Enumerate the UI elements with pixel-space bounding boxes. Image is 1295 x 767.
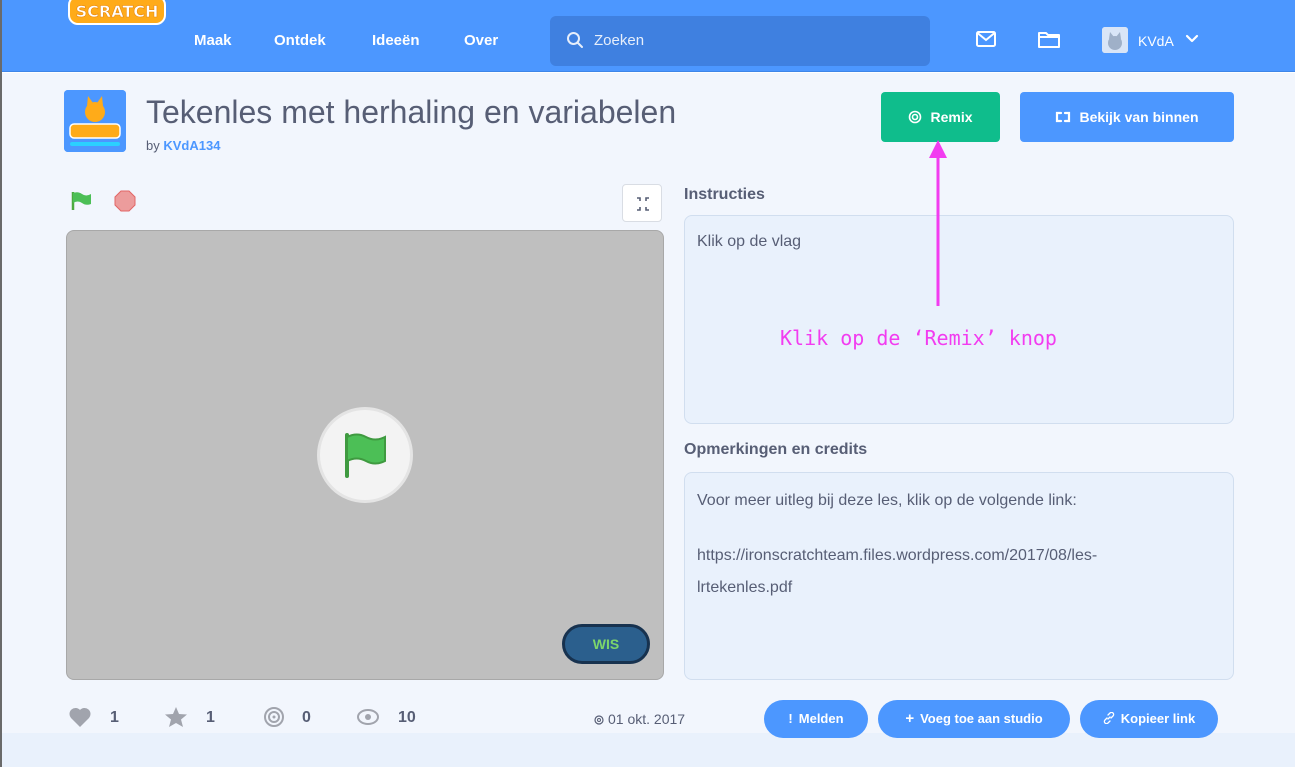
- folder-icon[interactable]: [1037, 29, 1061, 49]
- search-placeholder: Zoeken: [594, 32, 645, 49]
- user-name[interactable]: KVdA: [1138, 33, 1174, 49]
- search-input[interactable]: Zoeken: [550, 16, 930, 66]
- see-inside-button[interactable]: Bekijk van binnen: [1020, 92, 1234, 142]
- search-icon: [567, 32, 583, 48]
- wis-button[interactable]: WIS: [562, 624, 650, 664]
- remix-icon: [909, 110, 922, 124]
- report-button[interactable]: ! Melden: [764, 700, 868, 738]
- link-icon: [1103, 711, 1114, 725]
- green-flag-icon[interactable]: [70, 190, 92, 212]
- annotation-text: Klik op de ‘Remix’ knop: [780, 326, 1057, 350]
- plus-icon: +: [905, 710, 915, 727]
- instructions-text: Klik op de vlag: [697, 233, 802, 250]
- share-date: 01 okt. 2017: [594, 711, 685, 727]
- chevron-down-icon[interactable]: [1185, 33, 1199, 45]
- author-link[interactable]: KVdA134: [163, 138, 220, 153]
- scratch-logo[interactable]: SCRATCH: [68, 0, 166, 27]
- credits-link-line-continued[interactable]: lrtekenles.pdf: [697, 579, 792, 597]
- add-to-studio-button[interactable]: + Voeg toe aan studio: [878, 700, 1070, 738]
- project-thumbnail: [64, 90, 126, 152]
- see-inside-icon: [1056, 111, 1071, 123]
- svg-text:SCRATCH: SCRATCH: [76, 2, 159, 21]
- project-stage[interactable]: WIS: [66, 230, 664, 680]
- remixes-count: 0: [302, 709, 311, 726]
- credits-text-line: Voor meer uitleg bij deze les, klik op d…: [697, 492, 1077, 509]
- start-overlay-button[interactable]: [317, 407, 413, 503]
- mail-icon[interactable]: [976, 30, 996, 48]
- credits-heading: Opmerkingen en credits: [684, 441, 868, 458]
- nav-link-maak[interactable]: Maak: [194, 32, 232, 49]
- project-title[interactable]: Tekenles met herhaling en variabelen: [146, 94, 676, 131]
- credits-link-line[interactable]: https://ironscratchteam.files.wordpress.…: [697, 547, 1097, 565]
- project-author-line: by KVdA134: [146, 138, 220, 153]
- see-inside-label: Bekijk van binnen: [1079, 109, 1199, 125]
- nav-link-ideeen[interactable]: Ideeën: [372, 32, 420, 49]
- nav-link-over[interactable]: Over: [464, 32, 498, 49]
- share-date-text: 01 okt. 2017: [608, 711, 686, 727]
- instructions-heading: Instructies: [684, 186, 765, 203]
- nav-link-ontdek[interactable]: Ontdek: [274, 32, 326, 49]
- favorites-count: 1: [206, 709, 215, 726]
- project-thumbnail-image: [64, 90, 126, 152]
- by-label: by: [146, 138, 160, 153]
- top-navbar: SCRATCH Maak Ontdek Ideeën Over Zoeken K…: [2, 0, 1295, 72]
- stop-sign-icon[interactable]: [114, 190, 136, 212]
- add-to-studio-label: Voeg toe aan studio: [920, 711, 1043, 726]
- loves-count: 1: [110, 709, 119, 726]
- exclamation-icon: !: [788, 711, 793, 726]
- fullscreen-icon: [637, 197, 649, 211]
- report-label: Melden: [798, 711, 844, 726]
- footer-strip: [2, 733, 1295, 767]
- fullscreen-button[interactable]: [622, 184, 662, 222]
- eye-icon: [357, 709, 379, 725]
- views-count: 10: [398, 709, 416, 726]
- annotation-arrow-icon: [929, 140, 947, 306]
- remix-label: Remix: [930, 109, 973, 125]
- copy-link-label: Kopieer link: [1120, 711, 1196, 726]
- copy-link-button[interactable]: Kopieer link: [1080, 700, 1218, 738]
- star-icon[interactable]: [164, 706, 188, 728]
- avatar[interactable]: [1102, 27, 1128, 53]
- green-flag-icon: [345, 433, 386, 478]
- cat-avatar-icon: [1102, 27, 1128, 53]
- copyright-icon: [594, 715, 604, 725]
- heart-icon[interactable]: [68, 706, 92, 728]
- remix-count-icon: [264, 707, 284, 727]
- remix-button[interactable]: Remix: [881, 92, 1000, 142]
